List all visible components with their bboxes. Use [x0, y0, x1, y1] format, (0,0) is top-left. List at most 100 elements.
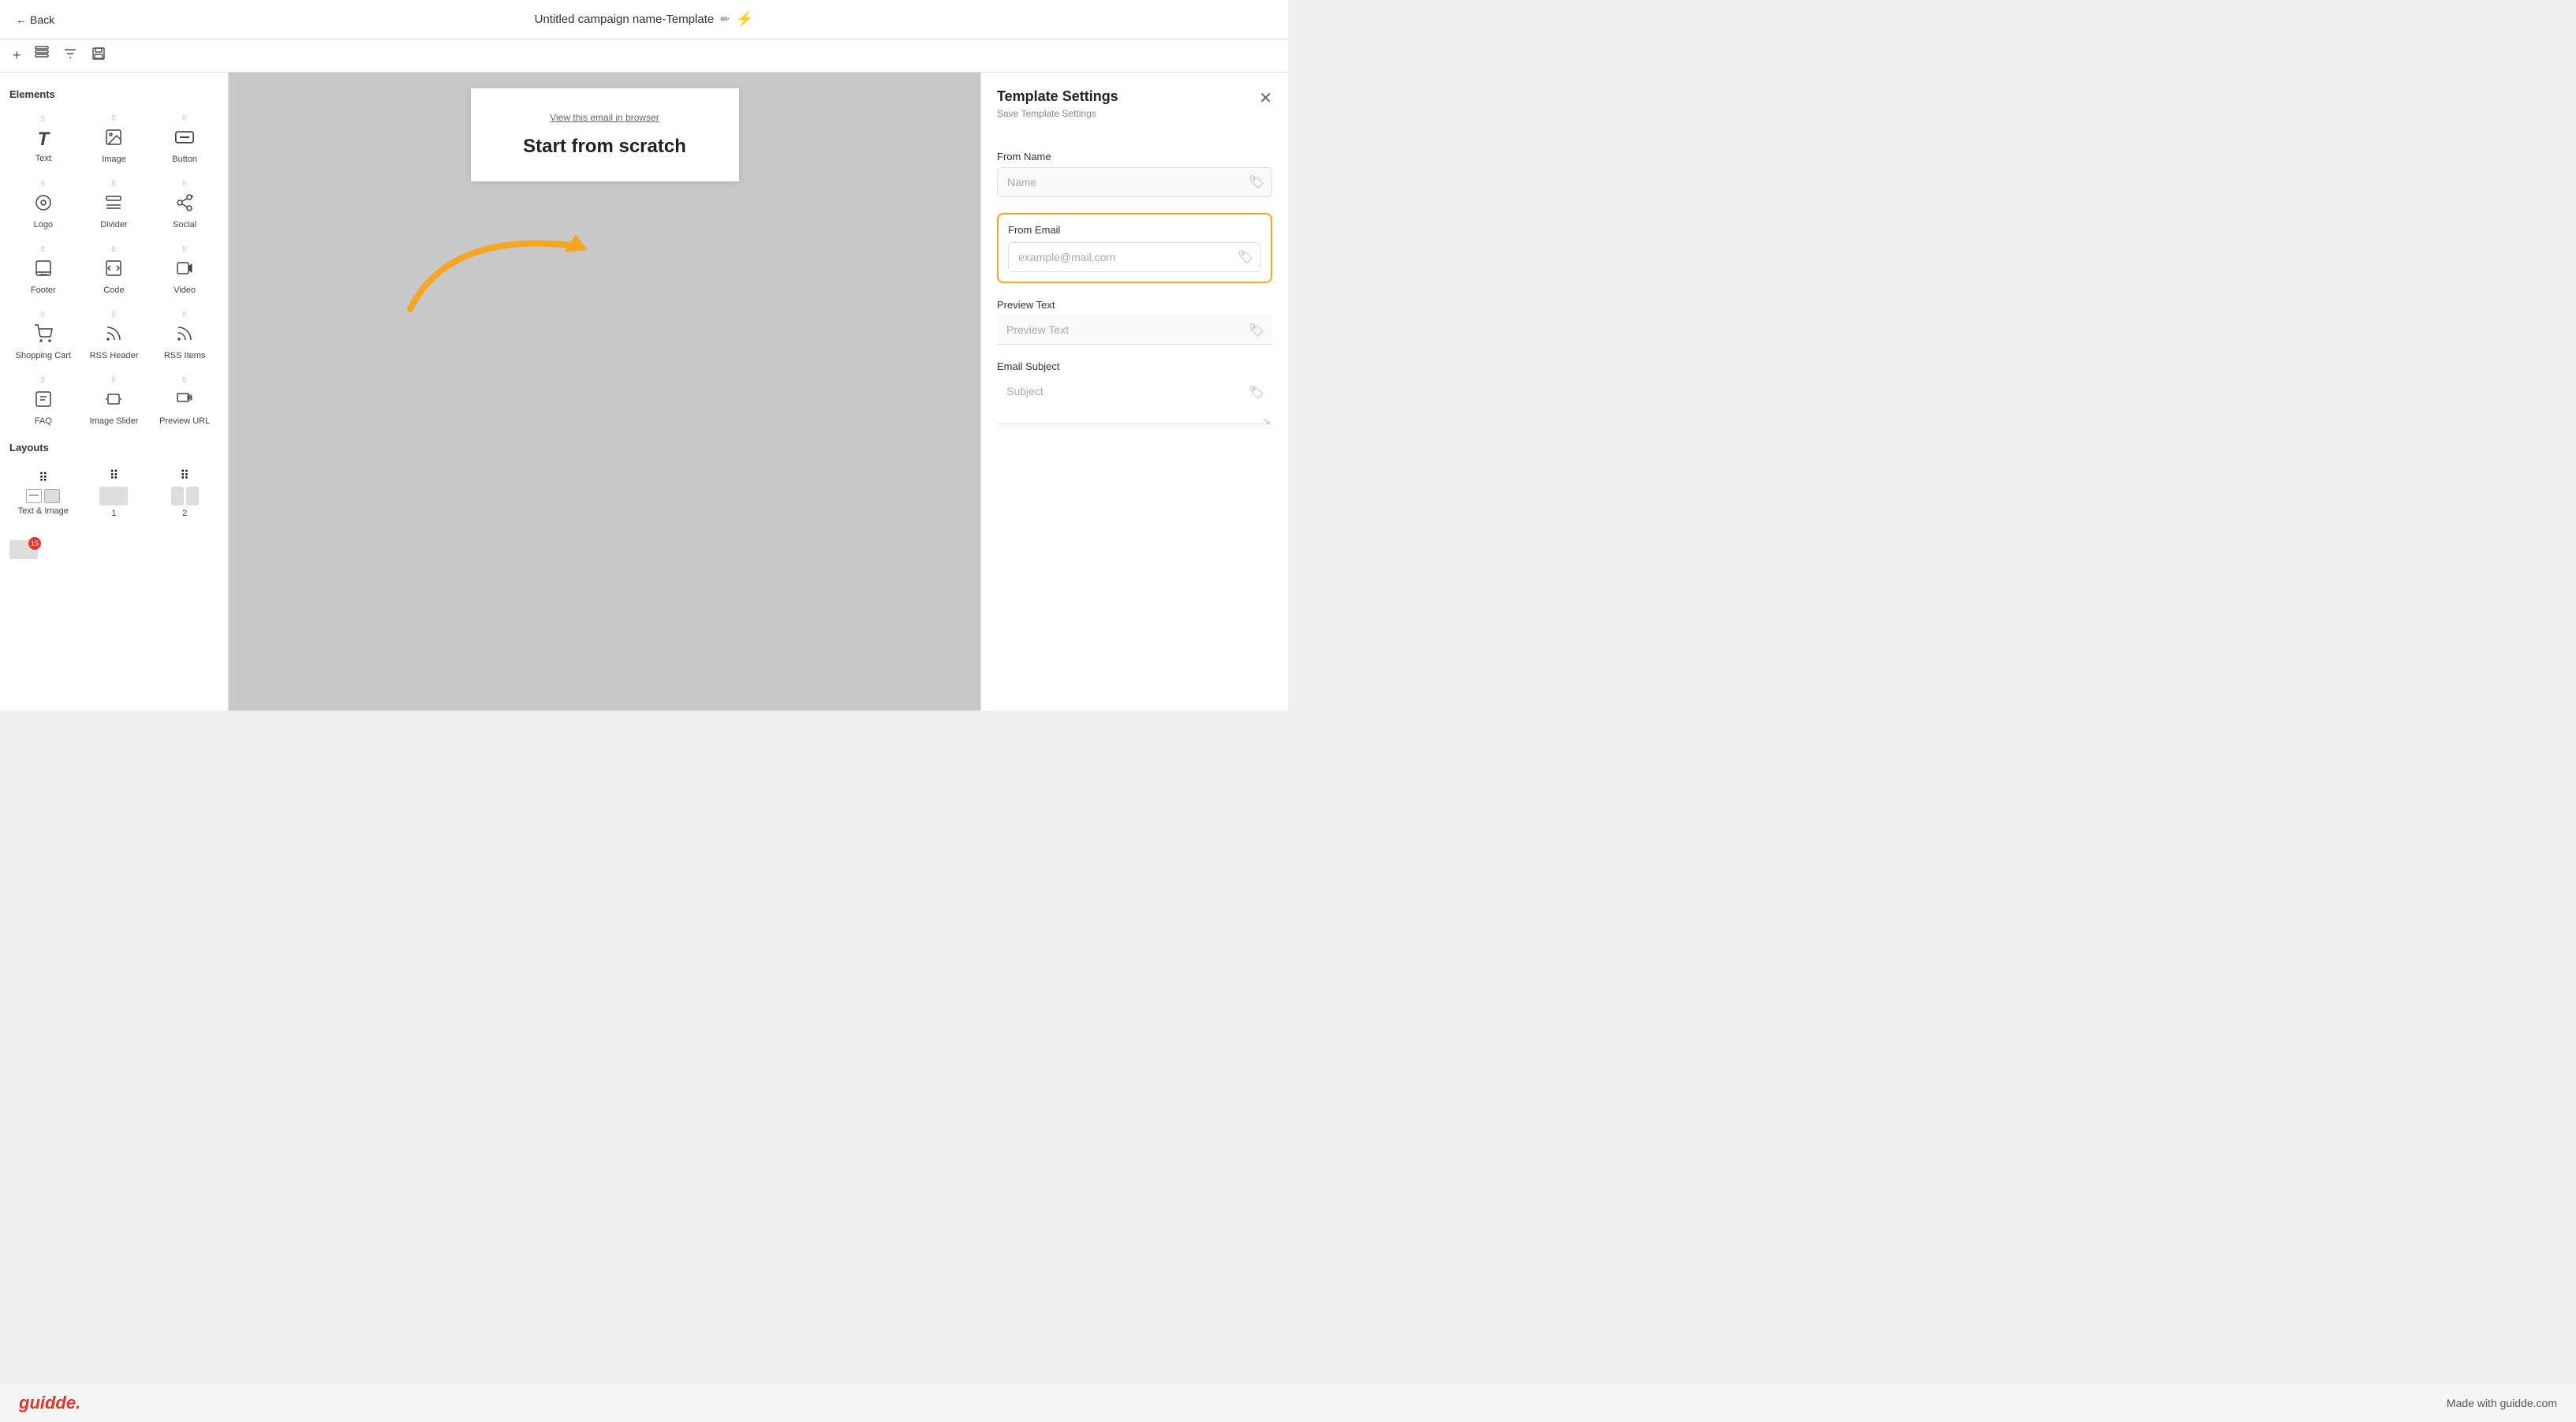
add-button[interactable]: + [13, 47, 21, 64]
social-label: Social [173, 220, 196, 230]
header-left: ← Back [16, 13, 54, 26]
drag-dots: ⠿ [111, 245, 118, 254]
footer-icon [34, 259, 53, 282]
element-text[interactable]: ⠿ T Text [9, 108, 77, 170]
layers-icon [34, 46, 50, 65]
from-email-input[interactable] [1008, 242, 1261, 272]
element-footer[interactable]: ⠿ Footer [9, 239, 77, 301]
email-subject-textarea-wrapper: 🏷 ↘ [997, 377, 1272, 428]
element-rss-items[interactable]: ⠿ RSS Items [151, 304, 218, 367]
image-label: Image [102, 155, 126, 164]
layout-2col[interactable]: ⠿ 2 [151, 461, 218, 524]
email-subject-label: Email Subject [997, 360, 1272, 372]
drag-dots: ⠿ [181, 311, 188, 319]
back-arrow-icon: ← [16, 13, 27, 26]
element-faq[interactable]: ⠿ FAQ [9, 370, 77, 432]
email-preview: View this email in browser Start from sc… [471, 88, 739, 181]
layout-1col[interactable]: ⠿ 1 [80, 461, 148, 524]
from-email-input-wrapper: 🏷 [1008, 242, 1261, 272]
text-label: Text [35, 154, 51, 163]
drag-dots: ⠿ [111, 311, 118, 319]
drag-dots: ⠿ [40, 180, 47, 188]
resize-handle[interactable]: ↘ [1263, 416, 1271, 427]
element-video[interactable]: ⠿ Video [151, 239, 218, 301]
from-name-input[interactable] [997, 167, 1272, 197]
preview-url-icon [175, 390, 194, 413]
drag-dots: ⠿ [40, 311, 47, 319]
view-in-browser-link[interactable]: View this email in browser [487, 112, 723, 123]
settings-panel: Template Settings Save Template Settings… [980, 73, 1288, 711]
rss-items-icon [175, 324, 194, 348]
filter-button[interactable] [62, 46, 78, 65]
left-sidebar: Elements ⠿ T Text ⠿ Image [0, 73, 229, 711]
element-preview-url[interactable]: ⠿ Preview URL [151, 370, 218, 432]
header-center: Untitled campaign name-Template ✏ ⚡ [535, 11, 754, 28]
main-layout: Elements ⠿ T Text ⠿ Image [0, 73, 1288, 711]
lightning-icon: ⚡ [736, 11, 753, 28]
layout-text-image-label: Text & Image [18, 506, 69, 516]
drag-dots: ⠿ [111, 180, 118, 188]
preview-text-tag-icon[interactable]: 🏷 [1249, 323, 1264, 338]
shopping-cart-label: Shopping Cart [16, 351, 71, 360]
element-button[interactable]: ⠿ Button [151, 108, 218, 170]
layout-1col-label: 1 [111, 509, 116, 518]
video-icon [175, 259, 194, 282]
add-icon: + [13, 47, 21, 64]
drag-dots: ⠿ [40, 245, 47, 254]
email-subject-group: Email Subject 🏷 ↘ [997, 360, 1272, 428]
element-logo[interactable]: ⠿ Logo [9, 174, 77, 236]
rss-items-label: RSS Items [164, 351, 206, 360]
elements-grid: ⠿ T Text ⠿ Image ⠿ [9, 108, 218, 432]
element-code[interactable]: ⠿ Code [80, 239, 148, 301]
element-divider[interactable]: ⠿ Divider [80, 174, 148, 236]
from-name-input-wrapper: 🏷 [997, 167, 1272, 197]
element-image[interactable]: ⠿ Image [80, 108, 148, 170]
preview-text-group: Preview Text 🏷 [997, 299, 1272, 345]
edit-icon[interactable]: ✏ [720, 13, 730, 26]
drag-dots: ⠿ [111, 114, 118, 123]
divider-label: Divider [100, 220, 127, 230]
element-image-slider[interactable]: ⠿ Image Slider [80, 370, 148, 432]
canvas-content: View this email in browser Start from sc… [229, 73, 980, 711]
footer-label: Footer [31, 286, 56, 295]
element-rss-header[interactable]: ⠿ RSS Header [80, 304, 148, 367]
layout-text-image[interactable]: ⠿ Text & Image [9, 461, 77, 524]
rss-header-icon [104, 324, 123, 348]
from-name-tag-icon[interactable]: 🏷 [1249, 174, 1264, 190]
campaign-title: Untitled campaign name-Template [535, 13, 715, 26]
canvas-area: View this email in browser Start from sc… [229, 73, 980, 711]
elements-title: Elements [9, 88, 218, 100]
faq-icon [34, 390, 53, 413]
drag-dots: ⠿ [181, 245, 188, 254]
drag-dots: ⠿ [111, 376, 118, 385]
email-subject-tag-icon[interactable]: 🏷 [1249, 385, 1264, 401]
header: ← Back Untitled campaign name-Template ✏… [0, 0, 1288, 39]
notification-badge: 15 [28, 537, 41, 550]
button-icon [175, 128, 194, 151]
drag-dots: ⠿ [181, 376, 188, 385]
email-subject-textarea[interactable] [997, 377, 1272, 424]
social-icon [175, 193, 194, 217]
save-button[interactable] [91, 46, 106, 65]
code-icon [104, 259, 123, 282]
back-button[interactable]: ← Back [16, 13, 54, 26]
code-label: Code [103, 286, 124, 295]
toolbar: + [0, 39, 1288, 73]
button-label: Button [172, 155, 197, 164]
close-button[interactable]: ✕ [1259, 88, 1272, 108]
save-icon [91, 46, 106, 65]
from-email-label: From Email [1008, 224, 1261, 236]
element-shopping-cart[interactable]: ⠿ Shopping Cart [9, 304, 77, 367]
layouts-title: Layouts [9, 442, 218, 453]
scratch-title: Start from scratch [487, 136, 723, 158]
faq-label: FAQ [35, 416, 52, 426]
image-icon [104, 128, 123, 151]
layers-button[interactable] [34, 46, 50, 65]
made-with-text: Made with guidde.com [2447, 1397, 2557, 1409]
preview-text-input-wrapper: 🏷 [997, 315, 1272, 345]
element-social[interactable]: ⠿ Social [151, 174, 218, 236]
preview-text-input[interactable] [997, 315, 1272, 345]
from-email-tag-icon[interactable]: 🏷 [1238, 249, 1253, 265]
drag-dots: ⠿ [40, 115, 47, 124]
image-slider-icon [104, 390, 123, 413]
